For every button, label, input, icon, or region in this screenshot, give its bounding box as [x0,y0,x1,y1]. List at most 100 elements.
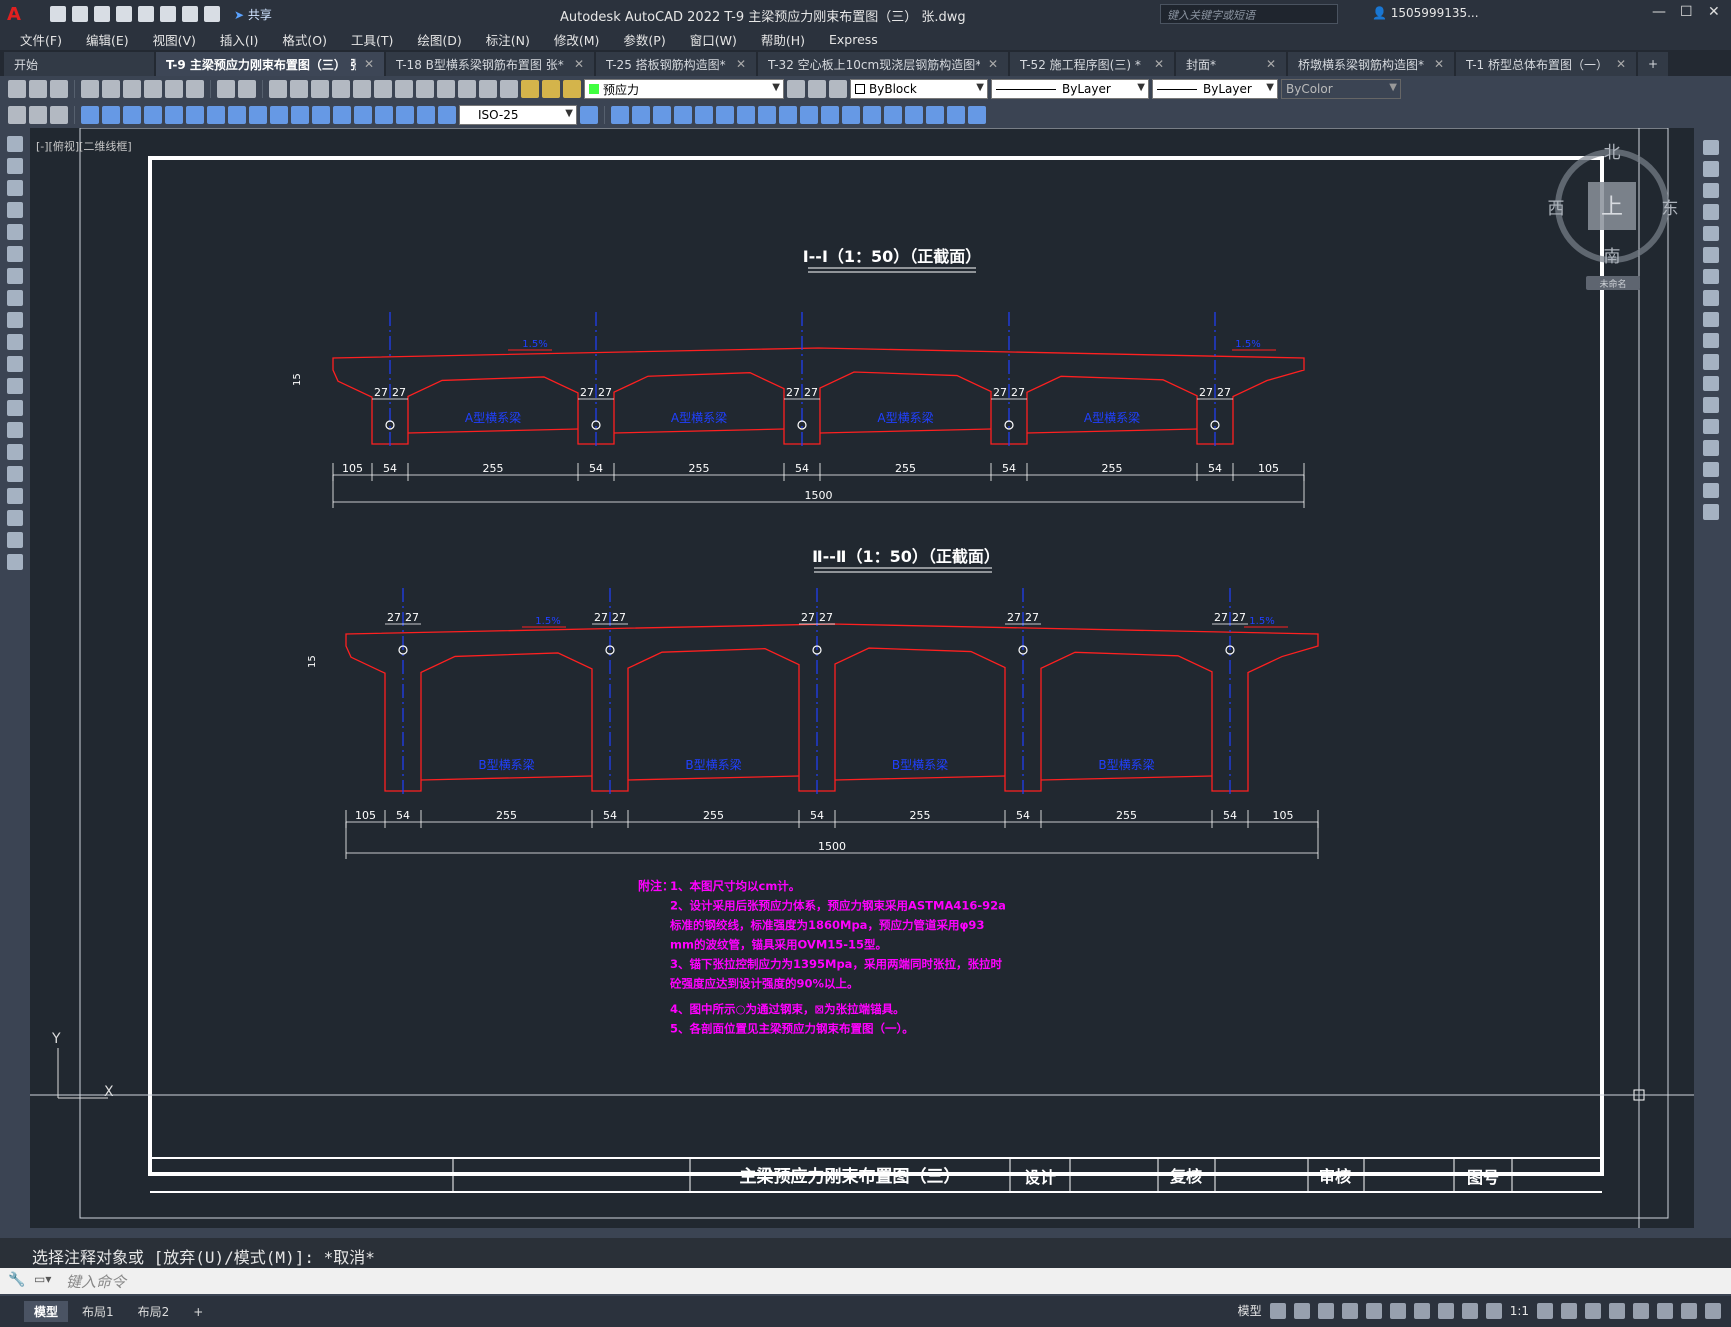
table-icon[interactable] [7,510,23,526]
wrench-icon[interactable]: 🔧 [8,1272,25,1288]
markup-icon[interactable] [437,80,455,98]
quick-properties-icon[interactable] [1609,1302,1625,1319]
rectangle-icon[interactable] [7,224,23,240]
menu-item[interactable]: 参数(P) [611,30,677,49]
construction-line-icon[interactable] [7,158,23,174]
toolpalette-icon[interactable] [395,80,413,98]
customize-icon[interactable] [1705,1302,1721,1319]
menu-item[interactable]: 窗口(W) [678,30,749,49]
model-space-button[interactable]: 模型 [1238,1302,1262,1319]
hatch-icon[interactable] [7,444,23,460]
dim-space-icon[interactable] [312,106,330,124]
layout-tab[interactable]: 模型 [24,1301,69,1322]
table-icon[interactable] [884,106,902,124]
spline-icon[interactable] [7,312,23,328]
mirror-icon[interactable] [1703,182,1719,199]
menu-item[interactable]: Express [817,32,890,47]
maximize-icon[interactable]: ☐ [1680,4,1693,20]
drawing-canvas[interactable]: 主梁预应力刚束布置图（三） 设计 复核 审核 图号 Ⅰ--Ⅰ（1：50）（正截面… [30,127,1694,1228]
xref-icon[interactable] [821,106,839,124]
arc-length-icon[interactable] [123,106,141,124]
viewcube-north[interactable]: 北 [1604,143,1621,163]
rotate-icon[interactable] [1703,268,1719,285]
ole-icon[interactable] [947,106,965,124]
file-tab[interactable]: T-25 搭板钢筋构造图* ✕ [596,52,756,76]
menu-item[interactable]: 视图(V) [141,30,208,49]
continue-dim-icon[interactable] [291,106,309,124]
close-tab-icon[interactable]: ✕ [736,57,746,71]
file-tab[interactable]: T-1 桥型总体布置图（一） * ✕ [1456,52,1636,76]
trim-icon[interactable] [1703,332,1719,349]
ellipse-arc-icon[interactable] [7,356,23,372]
menu-item[interactable]: 文件(F) [8,30,74,49]
close-tab-icon[interactable]: ✕ [1434,57,1444,71]
close-tab-icon[interactable]: ✕ [1266,57,1276,71]
menu-item[interactable]: 插入(I) [208,30,270,49]
arc-icon[interactable] [7,246,23,262]
menu-item[interactable]: 标注(N) [474,30,542,49]
break-point-icon[interactable] [1703,375,1719,392]
inspect-icon[interactable] [396,106,414,124]
plot-icon[interactable] [968,106,986,124]
add-selected-icon[interactable] [7,554,23,570]
polyline-icon[interactable] [7,180,23,196]
layer-state-icon[interactable] [829,80,847,98]
clean-screen-icon[interactable] [1681,1302,1697,1319]
color-dropdown[interactable]: ByBlock ▼ [850,79,988,99]
break-icon[interactable] [1703,397,1719,413]
fillet-icon[interactable] [1703,461,1719,477]
ellipse-icon[interactable] [7,334,23,350]
layer-freeze-icon[interactable] [542,80,560,98]
menu-item[interactable]: 工具(T) [339,30,405,49]
insert-block-icon[interactable] [7,378,23,394]
undo-icon[interactable] [217,80,235,98]
print-icon[interactable] [81,80,99,98]
jogged-linear-icon[interactable] [417,106,435,124]
dimstyle-icon[interactable] [50,106,68,124]
recent-commands-icon[interactable]: ▭▾ [34,1272,51,1286]
close-tab-icon[interactable]: ✕ [988,57,998,71]
surface-icon[interactable] [737,106,755,124]
preview-icon[interactable] [102,80,120,98]
menu-item[interactable]: 帮助(H) [749,30,817,49]
menu-item[interactable]: 绘图(D) [405,30,473,49]
plot-icon[interactable] [160,6,176,22]
ortho-icon[interactable] [1317,1302,1334,1319]
workspace-icon[interactable] [8,106,26,124]
zoom-previous-icon[interactable] [332,80,350,98]
render-icon[interactable] [674,106,692,124]
open-icon[interactable] [72,6,88,22]
file-tab[interactable]: T-32 空心板上10cm现浇层钢筋构造图* ✕ [758,52,1008,76]
chamfer-icon[interactable] [1703,440,1719,456]
pan-icon[interactable] [269,80,287,98]
annotation-visibility-icon[interactable] [1461,1302,1478,1319]
layout-tab[interactable]: 布局1 [72,1301,124,1322]
visual-style-icon[interactable] [653,106,671,124]
join-icon[interactable] [1703,418,1719,435]
quick-dim-icon[interactable] [249,106,267,124]
explode-icon[interactable] [1703,504,1719,520]
mtext-icon[interactable] [7,532,23,548]
hyperlink-icon[interactable] [926,106,944,124]
3d-orbit-icon[interactable] [632,106,650,124]
stretch-icon[interactable] [1703,311,1719,327]
layer-dropdown[interactable]: 预应力 ▼ [584,79,784,99]
grid-icon[interactable] [1269,1302,1286,1319]
plus-icon[interactable] [1561,1302,1577,1319]
baseline-dim-icon[interactable] [270,106,288,124]
designcenter-icon[interactable] [374,80,392,98]
field-icon[interactable] [863,106,881,124]
attribute-icon[interactable] [800,106,818,124]
close-tab-icon[interactable]: ✕ [1616,57,1626,71]
snap-icon[interactable] [1293,1302,1310,1319]
blend-icon[interactable] [1703,483,1719,499]
viewcube-west[interactable]: 西 [1548,199,1565,219]
mesh-icon[interactable] [716,106,734,124]
osnap-icon[interactable] [1413,1302,1430,1319]
close-icon[interactable]: ✕ [1708,4,1720,20]
isodraft-icon[interactable] [1365,1302,1382,1319]
close-tab-icon[interactable]: ✕ [1154,57,1164,71]
web-icon[interactable] [138,6,154,22]
viewcube-south[interactable]: 南 [1604,247,1621,267]
gradient-icon[interactable] [7,466,23,482]
